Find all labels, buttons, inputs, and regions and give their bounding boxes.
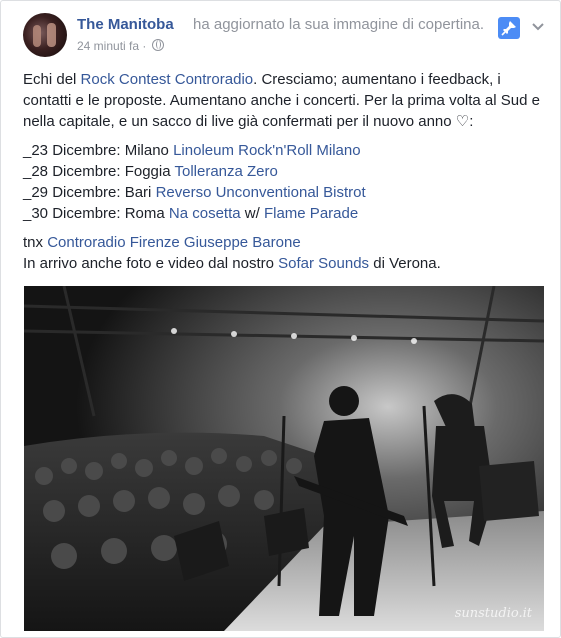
link-linoleum[interactable]: Linoleum Rock'n'Roll Milano (173, 142, 360, 159)
pin-icon (501, 21, 516, 36)
closing-line: In arrivo anche foto e video dal nostro … (23, 255, 441, 272)
chevron-down-icon (532, 23, 544, 31)
post-action-text: ha aggiornato la sua immagine di coperti… (193, 16, 485, 33)
cover-photo[interactable]: sunstudio.it (24, 286, 544, 631)
photo-watermark: sunstudio.it (454, 606, 532, 621)
link-controradio-firenze[interactable]: Controradio Firenze (47, 234, 180, 251)
post-timestamp[interactable]: 24 minuti fa (77, 39, 139, 53)
link-sofar-sounds[interactable]: Sofar Sounds (278, 255, 369, 272)
pin-button[interactable] (498, 17, 520, 39)
link-tolleranza-zero[interactable]: Tolleranza Zero (174, 163, 277, 180)
page-avatar[interactable] (23, 13, 67, 57)
post-card: The Manitoba ha aggiornato la sua immagi… (0, 0, 561, 638)
post-intro: Echi del Rock Contest Controradio. Cresc… (23, 71, 540, 130)
link-rock-contest[interactable]: Rock Contest Controradio (81, 71, 254, 88)
date-line: _30 Dicembre: Roma Na cosetta w/ Flame P… (23, 205, 359, 222)
concert-photo-image (24, 286, 544, 631)
post-header: The Manitoba ha aggiornato la sua immagi… (23, 13, 548, 59)
date-line: _23 Dicembre: Milano Linoleum Rock'n'Rol… (23, 142, 361, 159)
link-flame-parade[interactable]: Flame Parade (264, 205, 358, 222)
link-giuseppe-barone[interactable]: Giuseppe Barone (184, 234, 301, 251)
page-name-link[interactable]: The Manitoba (77, 16, 174, 33)
thanks-line: tnx Controradio Firenze Giuseppe Barone (23, 234, 301, 251)
link-reverso[interactable]: Reverso Unconventional Bistrot (156, 184, 366, 201)
post-body: Echi del Rock Contest Controradio. Cresc… (23, 69, 548, 274)
globe-icon[interactable] (151, 39, 164, 51)
meta-separator: · (142, 39, 147, 53)
post-options-button[interactable] (528, 17, 548, 37)
date-line: _29 Dicembre: Bari Reverso Unconventiona… (23, 184, 366, 201)
date-line: _28 Dicembre: Foggia Tolleranza Zero (23, 163, 278, 180)
post-meta: 24 minuti fa · (77, 39, 164, 53)
link-na-cosetta[interactable]: Na cosetta (169, 205, 241, 222)
